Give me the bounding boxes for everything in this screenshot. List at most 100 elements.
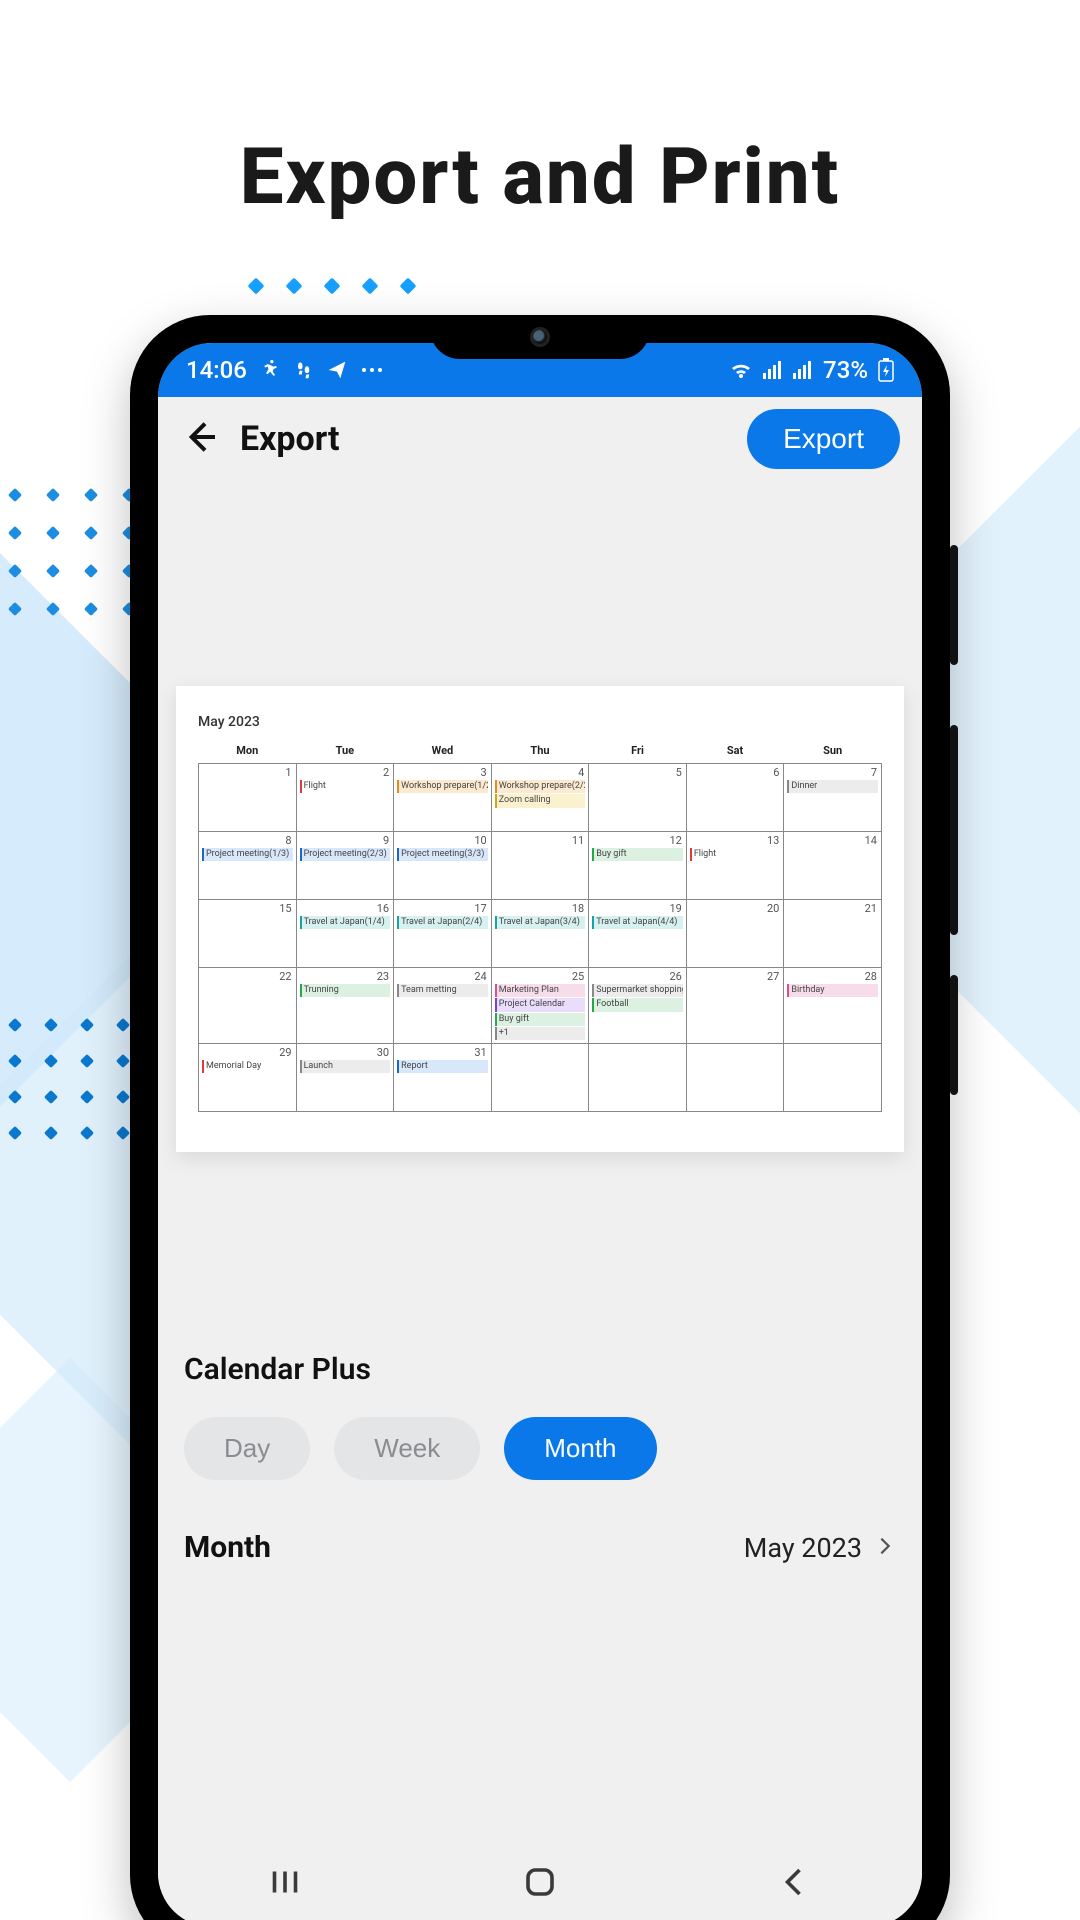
back-arrow-icon[interactable]	[180, 417, 220, 461]
signal-icon	[763, 361, 783, 379]
event-chip: Trunning	[300, 984, 391, 997]
calendar-cell: 29Memorial Day	[199, 1044, 297, 1112]
month-row-value: May 2023	[744, 1532, 862, 1564]
event-chip: Travel at Japan(3/4)	[495, 916, 586, 929]
calendar-cell: 1	[199, 764, 297, 832]
calendar-cell: 21	[784, 900, 882, 968]
event-chip: Flight	[690, 848, 781, 861]
page-title: Export	[240, 419, 340, 459]
calendar-cell	[784, 1044, 882, 1112]
event-chip: Flight	[300, 780, 391, 793]
event-chip: Workshop prepare(2/2)	[495, 780, 586, 793]
calendar-cell: 12Buy gift	[589, 832, 687, 900]
event-chip: Travel at Japan(2/4)	[397, 916, 488, 929]
steps-icon	[295, 360, 313, 380]
home-icon[interactable]	[522, 1864, 558, 1900]
view-tab-week[interactable]: Week	[334, 1417, 480, 1480]
app-header: Export Export	[158, 397, 922, 481]
event-chip: Travel at Japan(1/4)	[300, 916, 391, 929]
calendar-cell: 16Travel at Japan(1/4)	[296, 900, 394, 968]
calendar-cell: 15	[199, 900, 297, 968]
event-chip: Report	[397, 1060, 488, 1073]
phone-frame: 14:06 73% Export Export May 2023	[130, 315, 950, 1920]
calendar-cell: 28Birthday	[784, 968, 882, 1044]
month-selector-row[interactable]: Month May 2023	[158, 1510, 922, 1585]
event-chip: Project meeting(1/3)	[202, 848, 293, 861]
preview-month-label: May 2023	[198, 714, 882, 730]
soft-nav-bar	[158, 1837, 922, 1920]
more-dots-icon	[361, 365, 383, 375]
event-chip: Buy gift	[495, 1013, 586, 1026]
calendar-cell: 20	[686, 900, 784, 968]
calendar-cell: 31Report	[394, 1044, 492, 1112]
month-row-label: Month	[184, 1530, 271, 1565]
calendar-cell: 24Team metting	[394, 968, 492, 1044]
calendar-cell: 9Project meeting(2/3)	[296, 832, 394, 900]
event-chip: Travel at Japan(4/4)	[592, 916, 683, 929]
event-chip: Project meeting(2/3)	[300, 848, 391, 861]
calendar-cell: 19Travel at Japan(4/4)	[589, 900, 687, 968]
calendar-cell	[491, 1044, 589, 1112]
phone-notch	[430, 315, 650, 359]
calendar-preview: May 2023 MonTueWedThuFriSatSun 12Flight3…	[176, 686, 904, 1152]
event-chip: Birthday	[787, 984, 878, 997]
calendar-cell: 27	[686, 968, 784, 1044]
event-chip: Supermarket shopping	[592, 984, 683, 997]
event-chip: Project meeting(3/3)	[397, 848, 488, 861]
paper-plane-icon	[327, 360, 347, 380]
event-chip: Zoom calling	[495, 794, 586, 807]
status-battery-text: 73%	[823, 356, 868, 384]
battery-charging-icon	[878, 358, 894, 382]
status-time: 14:06	[186, 356, 247, 384]
calendar-cell: 14	[784, 832, 882, 900]
calendar-cell: 8Project meeting(1/3)	[199, 832, 297, 900]
weekday-header: Sat	[686, 740, 784, 764]
wifi-icon	[729, 360, 753, 380]
calendar-cell: 2Flight	[296, 764, 394, 832]
calendar-cell: 11	[491, 832, 589, 900]
signal-icon-2	[793, 361, 813, 379]
calendar-cell: 18Travel at Japan(3/4)	[491, 900, 589, 968]
event-chip: Team metting	[397, 984, 488, 997]
chevron-right-icon	[874, 1532, 896, 1564]
calendar-cell: 4Workshop prepare(2/2)Zoom calling	[491, 764, 589, 832]
back-softkey-icon[interactable]	[777, 1864, 813, 1900]
calendar-cell	[589, 1044, 687, 1112]
calendar-cell: 23Trunning	[296, 968, 394, 1044]
weekday-header: Sun	[784, 740, 882, 764]
weekday-header: Tue	[296, 740, 394, 764]
calendar-cell: 3Workshop prepare(1/2)	[394, 764, 492, 832]
calendar-cell: 26Supermarket shoppingFootball	[589, 968, 687, 1044]
view-tab-day[interactable]: Day	[184, 1417, 310, 1480]
weekday-header: Thu	[491, 740, 589, 764]
camera-icon	[530, 327, 550, 347]
calendar-cell	[686, 1044, 784, 1112]
event-chip: Marketing Plan	[495, 984, 586, 997]
event-chip: Launch	[300, 1060, 391, 1073]
event-chip: Memorial Day	[202, 1060, 293, 1073]
running-icon	[261, 360, 281, 380]
page-heading: Export and Print	[0, 0, 1080, 223]
event-chip: +1	[495, 1027, 586, 1040]
calendar-cell: 6	[686, 764, 784, 832]
calendar-cell: 25Marketing PlanProject CalendarBuy gift…	[491, 968, 589, 1044]
calendar-cell: 22	[199, 968, 297, 1044]
view-tab-month[interactable]: Month	[504, 1417, 656, 1480]
calendar-cell: 17Travel at Japan(2/4)	[394, 900, 492, 968]
calendar-grid: MonTueWedThuFriSatSun 12Flight3Workshop …	[198, 740, 882, 1112]
event-chip: Workshop prepare(1/2)	[397, 780, 488, 793]
calendar-cell: 13Flight	[686, 832, 784, 900]
calendar-cell: 7Dinner	[784, 764, 882, 832]
calendar-cell: 30Launch	[296, 1044, 394, 1112]
export-button[interactable]: Export	[747, 409, 900, 469]
section-title: Calendar Plus	[158, 1352, 922, 1387]
event-chip: Project Calendar	[495, 998, 586, 1011]
weekday-header: Mon	[199, 740, 297, 764]
event-chip: Dinner	[787, 780, 878, 793]
calendar-cell: 10Project meeting(3/3)	[394, 832, 492, 900]
weekday-header: Fri	[589, 740, 687, 764]
event-chip: Football	[592, 998, 683, 1011]
recents-icon[interactable]	[267, 1864, 303, 1900]
calendar-cell: 5	[589, 764, 687, 832]
event-chip: Buy gift	[592, 848, 683, 861]
